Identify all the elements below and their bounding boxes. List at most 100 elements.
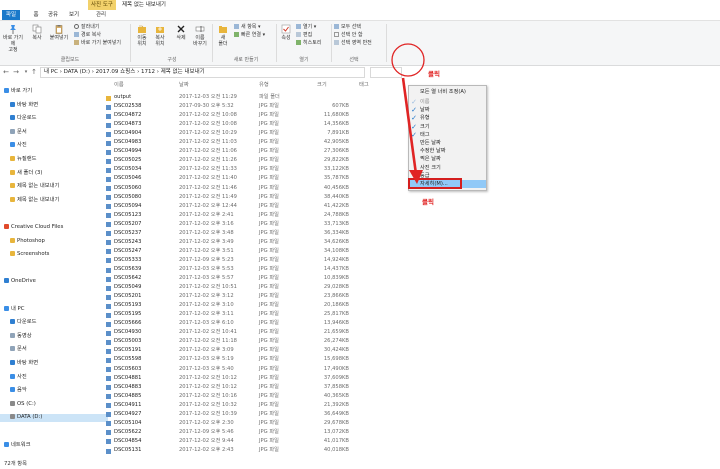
- nav-item[interactable]: Creative Cloud Files: [0, 224, 102, 232]
- nav-item[interactable]: 동영상: [0, 332, 108, 341]
- column-header-size[interactable]: 크기: [317, 81, 327, 90]
- nav-item[interactable]: 사진: [0, 373, 108, 382]
- history-button[interactable]: 히스토리: [296, 40, 321, 46]
- file-row[interactable]: DSC05639 2017-12-03 오후 5:53 JPG 파일 14,437KB: [104, 266, 384, 274]
- nav-item[interactable]: 다운로드: [0, 115, 108, 123]
- address-bar[interactable]: 내 PC › DATA (D:) › 2017.09 쇼핑스 › 1712 › …: [40, 67, 365, 78]
- back-arrow-icon[interactable]: ←: [2, 67, 10, 77]
- file-row[interactable]: DSC05193 2017-12-02 오후 3:10 JPG 파일 20,186KB: [104, 302, 384, 310]
- tab-home[interactable]: 홈: [30, 10, 42, 20]
- nav-item[interactable]: 문서: [0, 346, 108, 354]
- file-row[interactable]: DSC04983 2017-12-02 오전 11:03 JPG 파일 42,905K…: [104, 139, 384, 147]
- file-row[interactable]: DSC05207 2017-12-02 오후 3:16 JPG 파일 33,713KB: [104, 221, 384, 229]
- file-row[interactable]: DSC05195 2017-12-02 오후 3:11 JPG 파일 25,817KB: [104, 311, 384, 319]
- column-header-type[interactable]: 유형: [259, 81, 269, 90]
- file-row[interactable]: DSC05598 2017-12-03 오후 5:19 JPG 파일 15,698KB: [104, 356, 384, 364]
- nav-item[interactable]: 바탕 화면: [0, 101, 108, 110]
- file-row[interactable]: DSC05333 2017-12-09 오후 5:23 JPG 파일 14,924KB: [104, 257, 384, 265]
- copy-to-button[interactable]: 복사 위치: [152, 24, 168, 47]
- file-row[interactable]: DSC04904 2017-12-02 오전 10:29 JPG 파일 7,891KB: [104, 130, 384, 138]
- file-row[interactable]: DSC04883 2017-12-02 오전 10:12 JPG 파일 37,858K…: [104, 384, 384, 392]
- file-row[interactable]: DSC05243 2017-12-02 오후 3:49 JPG 파일 34,626KB: [104, 239, 384, 247]
- nav-item[interactable]: 네트워크: [0, 441, 102, 450]
- move-to-button[interactable]: 이동 위치: [134, 24, 150, 47]
- up-arrow-icon[interactable]: ↑: [30, 67, 38, 77]
- nav-item[interactable]: 제목 없는 내보내기: [0, 196, 108, 205]
- file-row[interactable]: DSC04881 2017-12-02 오전 10:12 JPG 파일 37,609K…: [104, 375, 384, 383]
- file-row[interactable]: DSC05060 2017-12-02 오전 11:46 JPG 파일 40,456K…: [104, 185, 384, 193]
- nav-item[interactable]: 사진: [0, 142, 108, 150]
- file-row[interactable]: DSC04885 2017-12-02 오전 10:16 JPG 파일 40,365K…: [104, 393, 384, 401]
- file-row[interactable]: output 2017-12-03 오전 11:29 파일 폴더: [104, 94, 384, 102]
- file-row[interactable]: DSC05025 2017-12-02 오전 11:26 JPG 파일 29,822K…: [104, 157, 384, 165]
- properties-button[interactable]: 속성: [279, 24, 293, 41]
- nav-item[interactable]: 새 폴더 (3): [0, 169, 108, 178]
- nav-item[interactable]: 다운로드: [0, 319, 108, 327]
- file-row[interactable]: DSC05046 2017-12-02 오전 11:40 JPG 파일 35,787K…: [104, 175, 384, 183]
- select-none-button[interactable]: 선택 안 함: [334, 32, 363, 38]
- file-row[interactable]: DSC05123 2017-12-02 오후 2:41 JPG 파일 24,788KB: [104, 212, 384, 220]
- file-row[interactable]: DSC05201 2017-12-02 오후 3:12 JPG 파일 23,866KB: [104, 293, 384, 301]
- file-row[interactable]: DSC02538 2017-09-30 오후 5:32 JPG 파일 607KB: [104, 103, 384, 111]
- tab-view[interactable]: 보기: [68, 10, 80, 20]
- easy-access-button[interactable]: 빠른 연결 ▾: [234, 32, 265, 38]
- file-row[interactable]: DSC05104 2017-12-02 오후 2:30 JPG 파일 29,678KB: [104, 420, 384, 428]
- rename-button[interactable]: 이름 바꾸기: [192, 24, 208, 47]
- nav-item[interactable]: Photoshop: [0, 237, 108, 246]
- easy-access-label: 빠른 연결: [241, 32, 261, 38]
- file-row[interactable]: DSC05094 2017-12-02 오후 12:44 JPG 파일 41,422K…: [104, 203, 384, 211]
- column-header-date[interactable]: 날짜: [179, 81, 189, 90]
- copy-path-button[interactable]: 경로 복사: [74, 32, 101, 38]
- file-row[interactable]: DSC05622 2017-12-09 오후 5:46 JPG 파일 13,072KB: [104, 429, 384, 437]
- file-row[interactable]: DSC05603 2017-12-03 오후 5:40 JPG 파일 17,490KB: [104, 366, 384, 374]
- nav-item[interactable]: 제목 없는 내보내기: [0, 183, 108, 191]
- file-row[interactable]: DSC05237 2017-12-02 오후 3:48 JPG 파일 36,334KB: [104, 230, 384, 238]
- file-row[interactable]: DSC04872 2017-12-02 오전 10:08 JPG 파일 11,680K…: [104, 112, 384, 120]
- pin-to-quick-access-button[interactable]: 바로 가기에 고정: [2, 24, 24, 53]
- tab-share[interactable]: 공유: [46, 10, 60, 20]
- nav-item[interactable]: OS (C:): [0, 400, 108, 409]
- file-row[interactable]: DSC05131 2017-12-02 오후 2:43 JPG 파일 40,018KB: [104, 447, 384, 455]
- file-row[interactable]: DSC05642 2017-12-03 오후 5:57 JPG 파일 10,839KB: [104, 275, 384, 283]
- picture-tools-context-tab[interactable]: 사진 도구: [88, 0, 116, 10]
- file-row[interactable]: DSC05080 2017-12-02 오전 11:49 JPG 파일 38,440K…: [104, 194, 384, 202]
- new-item-button[interactable]: 새 항목 ▾: [234, 24, 261, 30]
- file-row[interactable]: DSC05003 2017-12-02 오전 11:18 JPG 파일 26,274K…: [104, 338, 384, 346]
- tab-manage[interactable]: 관리: [94, 10, 108, 20]
- open-button[interactable]: 열기 ▾: [296, 24, 316, 30]
- file-row[interactable]: DSC05034 2017-12-02 오전 11:33 JPG 파일 33,122K…: [104, 166, 384, 174]
- nav-item[interactable]: 바탕 화면: [0, 360, 108, 368]
- file-row[interactable]: DSC05666 2017-12-03 오후 6:10 JPG 파일 13,946KB: [104, 320, 384, 328]
- nav-item[interactable]: OneDrive: [0, 278, 102, 286]
- file-row[interactable]: DSC05049 2017-12-02 오전 10:51 JPG 파일 29,028K…: [104, 284, 384, 292]
- file-row[interactable]: DSC04873 2017-12-02 오전 10:08 JPG 파일 14,356K…: [104, 121, 384, 129]
- column-header-name[interactable]: 이름: [114, 81, 124, 90]
- nav-item[interactable]: Screenshots: [0, 251, 108, 259]
- invert-selection-button[interactable]: 선택 영역 반전: [334, 40, 372, 46]
- edit-button[interactable]: 편집: [296, 32, 312, 38]
- paste-shortcut-button[interactable]: 바로 가기 붙여넣기: [74, 40, 121, 46]
- cut-button[interactable]: 잘라내기: [74, 24, 99, 30]
- tab-file[interactable]: 파일: [2, 10, 20, 20]
- forward-arrow-icon[interactable]: →: [12, 67, 20, 77]
- file-row[interactable]: DSC05247 2017-12-02 오후 3:51 JPG 파일 34,108KB: [104, 248, 384, 256]
- file-row[interactable]: DSC04927 2017-12-02 오전 10:39 JPG 파일 36,649K…: [104, 411, 384, 419]
- nav-item[interactable]: 음악: [0, 387, 108, 395]
- recent-dropdown-icon[interactable]: ▾: [22, 67, 30, 77]
- nav-item[interactable]: 내 PC: [0, 305, 102, 314]
- nav-item[interactable]: 문서: [0, 128, 108, 137]
- nav-item[interactable]: 뉴질랜드: [0, 156, 108, 164]
- delete-button[interactable]: 삭제: [174, 24, 188, 41]
- copy-button[interactable]: 복사: [30, 24, 44, 41]
- new-folder-button[interactable]: 새 폴더: [216, 24, 230, 47]
- column-header-tags[interactable]: 태그: [359, 81, 369, 90]
- nav-item[interactable]: 바로 가기: [0, 88, 102, 96]
- file-row[interactable]: DSC04930 2017-12-02 오전 10:41 JPG 파일 21,659K…: [104, 329, 384, 337]
- paste-button[interactable]: 붙여넣기: [48, 24, 70, 41]
- file-row[interactable]: DSC04994 2017-12-02 오전 11:06 JPG 파일 27,306K…: [104, 148, 384, 156]
- file-row[interactable]: DSC04854 2017-12-02 오전 9:44 JPG 파일 41,017KB: [104, 438, 384, 446]
- file-row[interactable]: DSC04911 2017-12-02 오전 10:32 JPG 파일 21,392K…: [104, 402, 384, 410]
- nav-item[interactable]: DATA (D:): [0, 414, 108, 423]
- select-all-button[interactable]: 모두 선택: [334, 24, 361, 30]
- file-row[interactable]: DSC05191 2017-12-02 오후 3:09 JPG 파일 30,424KB: [104, 347, 384, 355]
